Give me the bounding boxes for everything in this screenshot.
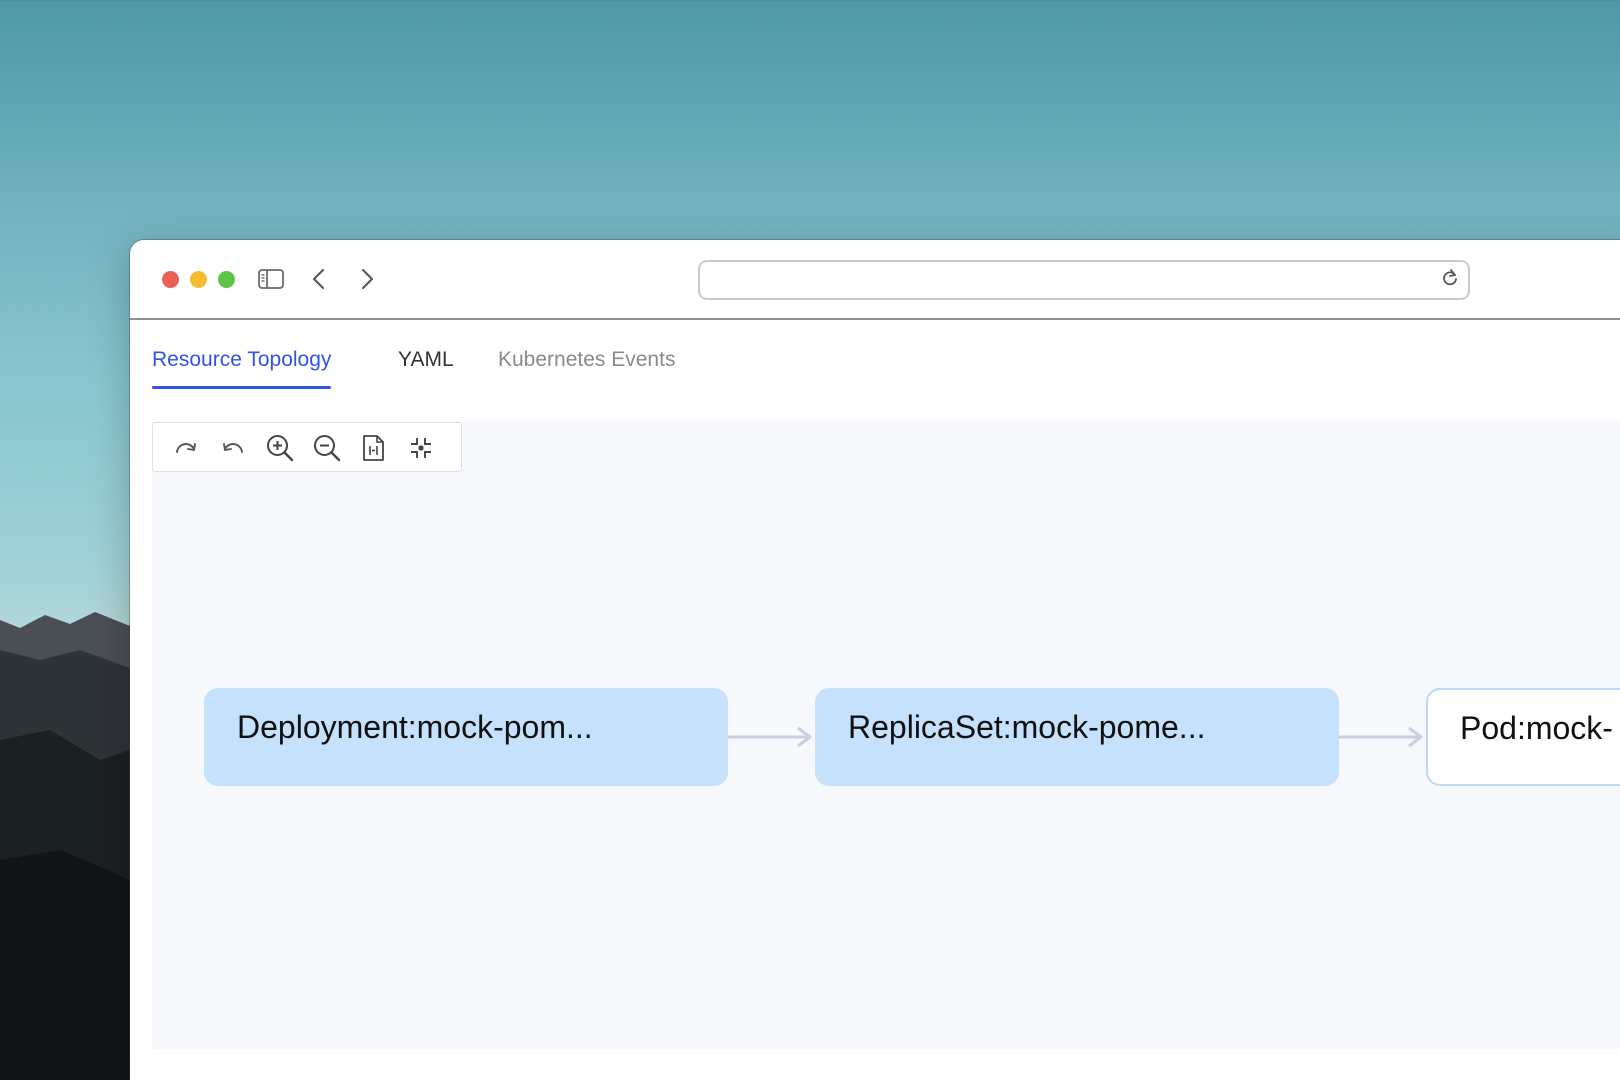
node-pod[interactable]: Pod:mock- bbox=[1426, 688, 1620, 786]
browser-window: Resource Topology YAML Kubernetes Events bbox=[130, 240, 1620, 1080]
browser-titlebar bbox=[130, 240, 1620, 320]
maximize-window-button[interactable] bbox=[218, 271, 235, 288]
topology-canvas[interactable]: Deployment:mock-pom... ReplicaSet:mock-p… bbox=[152, 422, 1620, 1049]
tab-kubernetes-events[interactable]: Kubernetes Events bbox=[498, 348, 675, 372]
tab-resource-topology[interactable]: Resource Topology bbox=[152, 348, 332, 389]
edge-deployment-replicaset bbox=[728, 726, 812, 748]
address-bar[interactable] bbox=[698, 260, 1470, 300]
node-deployment[interactable]: Deployment:mock-pom... bbox=[204, 688, 728, 786]
forward-icon[interactable] bbox=[352, 264, 382, 294]
reload-icon[interactable] bbox=[1438, 266, 1462, 290]
node-replicaset[interactable]: ReplicaSet:mock-pome... bbox=[815, 688, 1339, 786]
back-icon[interactable] bbox=[304, 264, 334, 294]
tab-yaml[interactable]: YAML bbox=[398, 348, 454, 372]
sidebar-toggle-icon[interactable] bbox=[256, 264, 286, 294]
minimize-window-button[interactable] bbox=[190, 271, 207, 288]
edge-replicaset-pod bbox=[1339, 726, 1423, 748]
close-window-button[interactable] bbox=[162, 271, 179, 288]
